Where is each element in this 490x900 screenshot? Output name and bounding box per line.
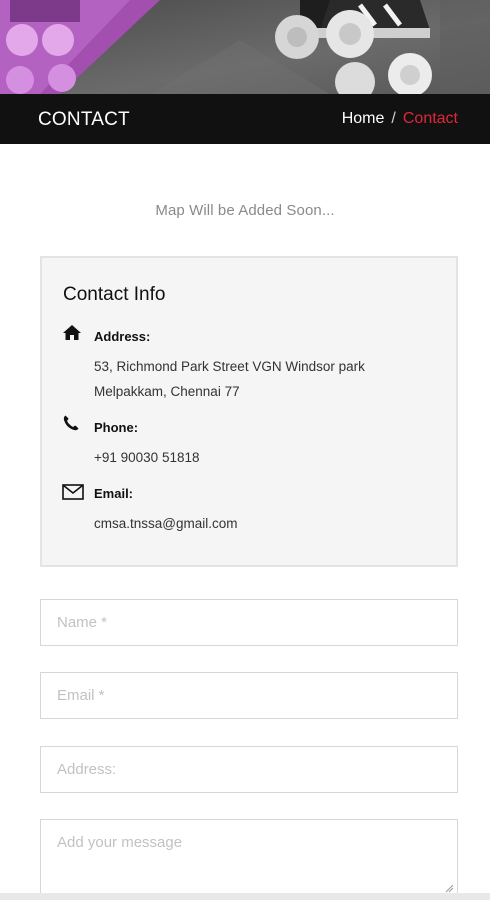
breadcrumb-current: Contact: [402, 110, 458, 127]
address-line-1: 53, Richmond Park Street VGN Windsor par…: [94, 359, 365, 374]
bottom-bar: [0, 893, 490, 900]
address-line-2: Melpakkam, Chennai 77: [94, 384, 240, 399]
hero-banner-image: [0, 0, 490, 94]
email-label: Email:: [94, 486, 134, 501]
breadcrumb-home-link[interactable]: Home: [342, 110, 385, 127]
contact-info-title: Contact Info: [63, 284, 166, 305]
email-input[interactable]: [40, 672, 458, 719]
map-placeholder-text: Map Will be Added Soon...: [155, 202, 335, 219]
phone-value: +91 90030 51818: [94, 450, 200, 465]
phone-label: Phone:: [94, 420, 139, 435]
phone-icon: [62, 414, 84, 432]
name-input[interactable]: [40, 599, 458, 646]
email-value: cmsa.tnssa@gmail.com: [94, 516, 238, 531]
message-textarea[interactable]: [40, 819, 458, 897]
address-label: Address:: [94, 329, 151, 344]
page-title-bar: CONTACT Home / Contact: [0, 94, 490, 144]
address-input[interactable]: [40, 746, 458, 793]
envelope-icon: [62, 484, 84, 502]
home-icon: [62, 324, 84, 342]
page-title: CONTACT: [38, 109, 130, 130]
breadcrumb-separator: /: [391, 110, 396, 127]
contact-info-card: Contact Info Address: 53, Richmond Park …: [40, 256, 458, 567]
resize-grip-icon[interactable]: [444, 880, 454, 893]
breadcrumb: Home / Contact: [342, 110, 458, 128]
